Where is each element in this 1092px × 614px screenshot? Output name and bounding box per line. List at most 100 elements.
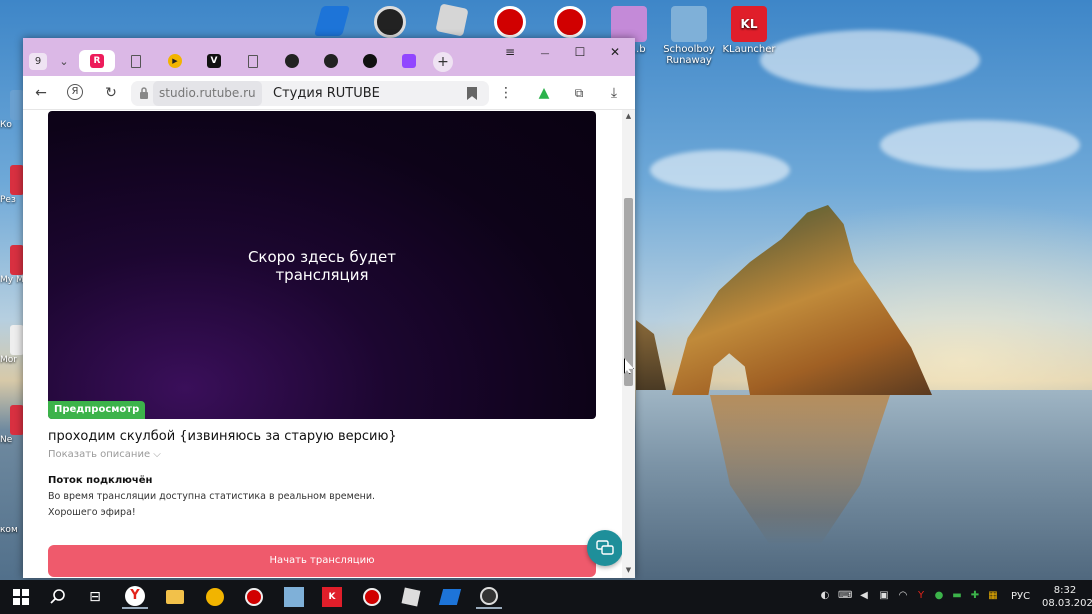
taskbar-obs[interactable] [476,585,502,609]
scroll-down-icon[interactable]: ▼ [624,566,633,575]
new-tab-button[interactable]: + [433,52,453,72]
desktop-icon-schoolboy[interactable]: Schoolboy Runaway [659,6,719,66]
stream-status-text: Во время трансляции доступна статистика … [48,491,376,502]
page-title: Студия RUTUBE [273,86,380,101]
start-stream-button[interactable]: Начать трансляцию [48,545,596,577]
clock-time: 8:32 [1053,585,1077,596]
tray-app-icon[interactable]: ● [932,589,946,603]
desktop-icon-partial[interactable]: Ne [0,405,24,445]
tab-twitch[interactable] [391,50,427,72]
desktop-icon-partial[interactable]: Му Мих [0,245,24,285]
yandex-icon[interactable]: Я [67,84,83,100]
obs-icon [374,6,406,38]
close-button[interactable]: ✕ [605,44,625,60]
volume-icon[interactable]: ◀ [857,589,871,603]
taskbar-folder[interactable] [162,585,188,609]
tray-app-icon[interactable]: ▦ [986,589,1000,603]
url-field[interactable]: studio.rutube.ru Студия RUTUBE [131,81,489,106]
desktop-icon-roblox[interactable] [432,3,472,37]
clock[interactable]: 8:32 08.03.2025 [1042,584,1092,610]
video-player[interactable]: Скоро здесь будет трансляция [48,111,596,419]
search-button[interactable] [45,585,71,609]
chat-button[interactable] [587,530,623,566]
show-description-link[interactable]: Показать описание ⌵ [48,449,161,460]
taskbar-yandex-browser[interactable]: Y [122,585,148,609]
desktop-icon-recorder-tools[interactable] [550,6,590,40]
document-icon [248,54,258,68]
scrollbar[interactable]: ▲ ▼ [622,110,635,578]
maximize-button[interactable]: ☐ [570,44,590,60]
tab-github[interactable] [352,50,388,72]
taskbar-recorder[interactable] [241,585,267,609]
tab-v[interactable]: V [196,50,232,72]
desktop-icon-partial[interactable]: Рез [0,165,24,205]
desktop-icon-label: Му Мих [0,275,24,285]
minimize-button[interactable]: — [535,46,555,62]
document-icon [131,54,141,68]
desktop-icon-obs[interactable] [370,6,410,40]
desktop-icon-partial[interactable]: ком [0,505,24,535]
extension-icon[interactable]: ▲ [535,84,553,102]
tray-app-icon[interactable]: ▣ [877,589,891,603]
language-indicator[interactable]: РУС [1011,591,1030,602]
download-icon[interactable]: ⤓ [605,84,623,102]
taskbar-klauncher[interactable]: K [319,585,345,609]
translate-icon[interactable]: ⧉ [570,84,588,102]
chevron-down-icon[interactable]: ⌄ [55,53,73,70]
v-logo-icon: V [207,54,221,68]
klauncher-icon: K [322,587,342,607]
tab-document[interactable] [118,50,154,72]
desktop-icon-label: Ко [0,120,12,130]
tab-obs-2[interactable] [313,50,349,72]
player-message-line: Скоро здесь будет [247,248,397,266]
desktop-icon-partial[interactable]: Mor [0,325,24,365]
yandex-tray-icon[interactable]: Y [914,589,928,603]
reload-icon[interactable]: ↻ [102,84,120,102]
start-button[interactable] [8,585,34,609]
tab-counter[interactable]: 9 [29,53,47,70]
taskbar-roblox[interactable] [398,585,424,609]
desktop-icon-label: Schoolboy Runaway [663,44,715,66]
desktop-icon-partial[interactable]: Ко [0,90,24,130]
klauncher-icon: KL [731,6,767,42]
tray-app-icon[interactable]: ✚ [968,589,982,603]
desktop-icon-klauncher[interactable]: KL KLauncher [719,6,779,55]
taskbar: ⊟ Y K ◐ ⌨ ◀ ▣ ◠ Y ● ▬ ✚ ▦ РУС 8:32 08.03… [0,580,1092,614]
taskbar-schoolboy[interactable] [281,585,307,609]
tab-video[interactable]: ▶ [157,50,193,72]
record-icon [363,588,381,606]
desktop-icon-label: KLauncher [722,44,776,55]
chat-icon [596,540,614,555]
desktop-icon-label: Mor [0,355,17,365]
back-icon[interactable]: ← [32,84,50,102]
roblox-icon [401,587,421,607]
tray-keyboard-icon[interactable]: ⌨ [838,589,852,603]
desktop-icon-label: Рез [0,195,16,205]
wifi-icon[interactable]: ◠ [896,589,910,603]
taskbar-app-triangle[interactable] [202,585,228,609]
tray-app-icon[interactable]: ◐ [818,589,832,603]
schoolboy-icon [284,587,304,607]
tab-document-2[interactable] [235,50,271,72]
tray-app-icon[interactable]: ▬ [950,589,964,603]
tab-obs[interactable] [274,50,310,72]
taskbar-app[interactable] [437,585,463,609]
obs-icon [285,54,299,68]
desktop-icon-app[interactable] [312,6,352,38]
desktop-icon-recorder[interactable] [490,6,530,40]
page-content: Скоро здесь будет трансляция Предпросмот… [23,110,635,578]
player-message: Скоро здесь будет трансляция [48,248,596,284]
scroll-thumb[interactable] [624,198,633,386]
clock-date: 08.03.2025 [1042,598,1092,609]
taskbar-recorder-tools[interactable] [359,585,385,609]
menu-button[interactable]: ≡ [500,44,520,60]
preview-badge: Предпросмотр [48,401,146,419]
record-icon [245,588,263,606]
app-icon [10,90,24,120]
tab-rutube[interactable]: R [79,50,115,72]
more-icon[interactable]: ⋮ [497,84,515,102]
task-view-button[interactable]: ⊟ [82,585,108,609]
bookmark-icon[interactable] [467,87,477,100]
app-icon [10,245,24,275]
scroll-up-icon[interactable]: ▲ [624,112,633,121]
